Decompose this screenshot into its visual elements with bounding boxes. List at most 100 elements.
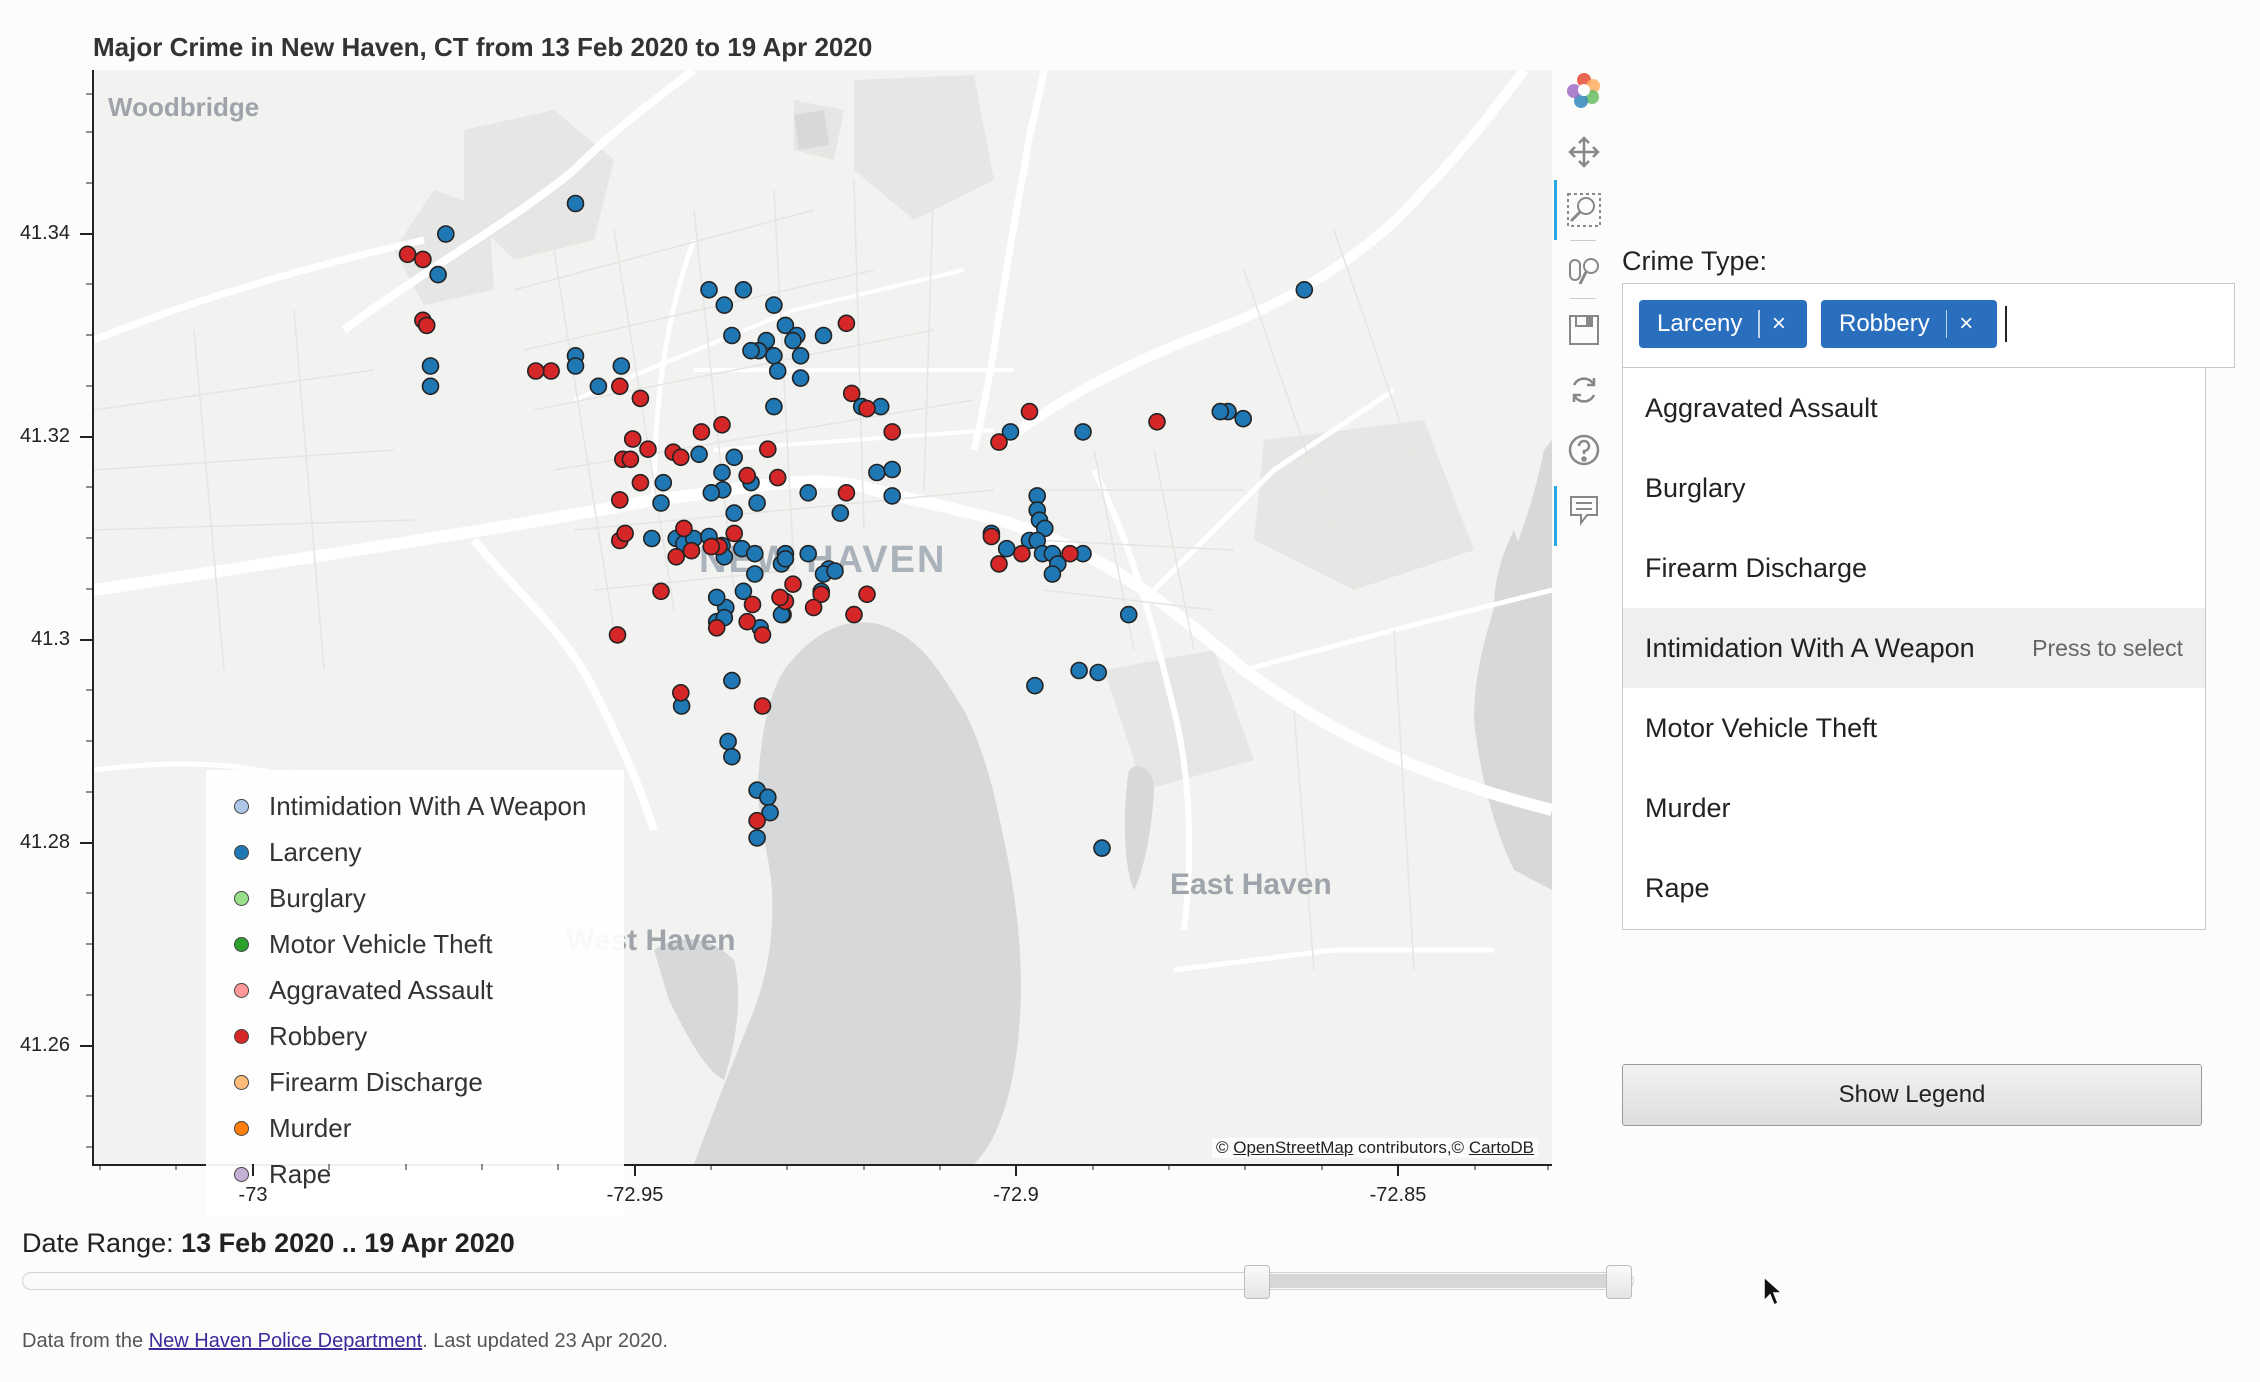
larceny-point[interactable] [421, 377, 440, 396]
larceny-point[interactable] [831, 504, 850, 522]
robbery-point[interactable] [845, 605, 863, 624]
robbery-point[interactable] [623, 430, 642, 448]
help-icon[interactable] [1564, 430, 1604, 470]
option-rape[interactable]: Rape [1623, 848, 2205, 928]
larceny-point[interactable] [765, 397, 783, 416]
robbery-point[interactable] [652, 582, 670, 601]
larceny-point[interactable] [429, 265, 447, 284]
robbery-point[interactable] [738, 612, 757, 631]
robbery-point[interactable] [784, 575, 802, 594]
robbery-point[interactable] [990, 433, 1008, 451]
robbery-point[interactable] [671, 448, 690, 467]
robbery-point[interactable] [526, 362, 545, 380]
reset-icon[interactable] [1564, 370, 1604, 410]
larceny-point[interactable] [799, 544, 818, 563]
robbery-point[interactable] [414, 250, 432, 269]
larceny-point[interactable] [868, 463, 886, 482]
openstreetmap-link[interactable]: OpenStreetMap [1233, 1138, 1353, 1157]
nhpd-link[interactable]: New Haven Police Department [149, 1330, 422, 1352]
robbery-point[interactable] [702, 537, 721, 556]
larceny-point[interactable] [765, 346, 783, 365]
larceny-point[interactable] [654, 473, 673, 492]
larceny-point[interactable] [725, 448, 744, 467]
larceny-point[interactable] [713, 463, 731, 482]
robbery-point[interactable] [771, 588, 789, 607]
larceny-point[interactable] [612, 357, 631, 375]
robbery-point[interactable] [417, 316, 436, 335]
larceny-point[interactable] [589, 377, 608, 396]
larceny-point[interactable] [826, 562, 844, 580]
robbery-point[interactable] [1020, 402, 1039, 421]
option-intimidation-with-a-weapon[interactable]: Intimidation With A Weapon Press to sele… [1623, 608, 2205, 688]
robbery-point[interactable] [667, 547, 686, 566]
robbery-point[interactable] [804, 598, 823, 617]
larceny-point[interactable] [421, 357, 440, 375]
larceny-point[interactable] [690, 445, 708, 464]
robbery-point[interactable] [398, 245, 417, 264]
chip-robbery[interactable]: Robbery × [1821, 300, 1997, 348]
larceny-point[interactable] [1234, 409, 1252, 428]
robbery-point[interactable] [608, 626, 627, 644]
option-aggravated-assault[interactable]: Aggravated Assault [1623, 368, 2205, 448]
larceny-point[interactable] [1093, 839, 1111, 857]
date-range-start-handle[interactable] [1244, 1265, 1270, 1299]
larceny-point[interactable] [1295, 281, 1314, 299]
remove-larceny-icon[interactable]: × [1772, 310, 1800, 338]
wheel-zoom-icon[interactable] [1564, 250, 1604, 290]
larceny-point[interactable] [702, 483, 721, 502]
larceny-point[interactable] [1043, 565, 1062, 583]
larceny-point[interactable] [1211, 402, 1230, 421]
option-burglary[interactable]: Burglary [1623, 448, 2205, 528]
larceny-point[interactable] [799, 483, 818, 502]
save-icon[interactable] [1564, 310, 1604, 350]
larceny-point[interactable] [997, 539, 1016, 558]
show-legend-button[interactable]: Show Legend [1622, 1064, 2202, 1126]
larceny-point[interactable] [748, 494, 766, 512]
map-plot[interactable]: Woodbridge NEW HAVEN West Haven East Hav… [92, 70, 1552, 1216]
larceny-point[interactable] [642, 529, 661, 548]
date-range-slider-selection[interactable] [1257, 1274, 1619, 1288]
larceny-point[interactable] [765, 296, 783, 314]
bokeh-logo-icon[interactable] [1564, 70, 1604, 110]
robbery-point[interactable] [542, 362, 560, 380]
robbery-point[interactable] [768, 468, 787, 487]
larceny-point[interactable] [814, 326, 833, 345]
larceny-point[interactable] [1070, 661, 1088, 680]
larceny-point[interactable] [566, 357, 585, 375]
option-murder[interactable]: Murder [1623, 768, 2205, 848]
larceny-point[interactable] [723, 326, 741, 345]
robbery-point[interactable] [639, 440, 657, 459]
robbery-point[interactable] [631, 473, 650, 492]
robbery-point[interactable] [738, 466, 757, 485]
larceny-point[interactable] [1026, 676, 1044, 695]
robbery-point[interactable] [675, 519, 693, 538]
larceny-point[interactable] [436, 225, 455, 243]
robbery-point[interactable] [682, 541, 701, 560]
larceny-point[interactable] [1089, 663, 1108, 682]
larceny-point[interactable] [758, 788, 777, 807]
larceny-point[interactable] [791, 369, 810, 387]
larceny-point[interactable] [748, 829, 766, 847]
larceny-point[interactable] [566, 194, 585, 213]
option-motor-vehicle-theft[interactable]: Motor Vehicle Theft [1623, 688, 2205, 768]
robbery-point[interactable] [753, 626, 772, 644]
robbery-point[interactable] [883, 423, 902, 441]
robbery-point[interactable] [671, 683, 690, 702]
robbery-point[interactable] [631, 389, 650, 408]
date-range-end-handle[interactable] [1606, 1265, 1632, 1299]
robbery-point[interactable] [842, 384, 861, 403]
larceny-point[interactable] [734, 281, 753, 299]
hover-icon[interactable] [1564, 490, 1604, 530]
box-zoom-icon[interactable] [1564, 190, 1604, 230]
larceny-point[interactable] [723, 747, 741, 766]
robbery-point[interactable] [858, 585, 876, 604]
larceny-point[interactable] [883, 460, 902, 479]
larceny-point[interactable] [742, 341, 760, 360]
larceny-point[interactable] [700, 281, 718, 299]
larceny-point[interactable] [1119, 605, 1138, 624]
robbery-point[interactable] [1013, 544, 1031, 563]
robbery-point[interactable] [858, 399, 876, 418]
larceny-point[interactable] [652, 494, 670, 512]
remove-robbery-icon[interactable]: × [1959, 310, 1987, 338]
larceny-point[interactable] [715, 296, 734, 314]
